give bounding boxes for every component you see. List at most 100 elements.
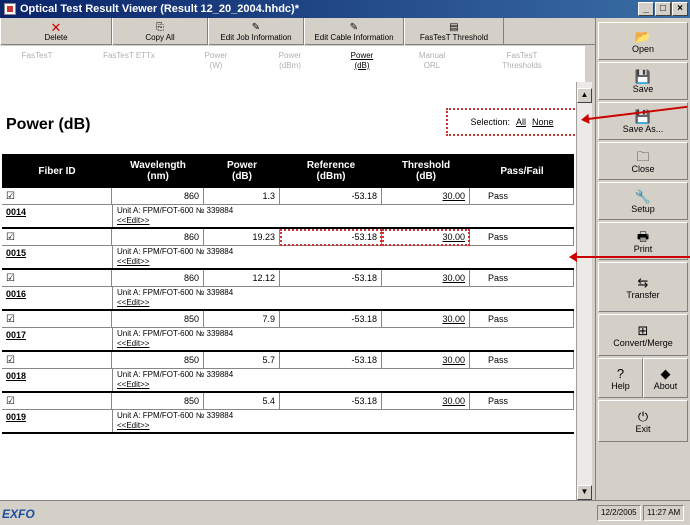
close-button[interactable]: 🗀 Close [598,142,688,180]
fiber-id-link[interactable]: 0016 [2,287,112,309]
exfo-logo: EXFO [2,507,35,521]
edit-link[interactable]: <<Edit>> [117,298,570,308]
status-time: 11:27 AM [643,505,685,521]
annotation-arrow-row [569,252,690,262]
edit-link[interactable]: <<Edit>> [117,257,570,267]
threshold-link[interactable]: 30.00 [442,314,465,324]
tab-manual-orl[interactable]: Manual ORL [392,46,472,82]
fiber-id-link[interactable]: 0018 [2,369,112,391]
power-cell: 1.3 [204,188,280,205]
maximize-button[interactable]: □ [655,2,671,16]
table-header: Fiber ID Wavelength (nm) Power (dB) Refe… [2,154,574,188]
scroll-down-arrow[interactable]: ▼ [577,485,592,500]
unit-info: Unit A: FPM/FOT-600 № 339884 <<Edit>> [112,410,574,432]
threshold-icon: ▤ [449,21,459,33]
printer-icon: 🖶 [636,228,650,244]
transfer-icon: ⇆ [637,274,649,290]
pass-fail-cell: Pass [470,311,574,328]
minimize-button[interactable]: _ [638,2,654,16]
setup-button[interactable]: 🔧 Setup [598,182,688,220]
app-icon [4,3,16,15]
col-threshold: Threshold (dB) [401,160,451,182]
fiber-id-link[interactable]: 0019 [2,410,112,432]
copy-all-button[interactable]: ⎘ Copy All [112,18,208,45]
unit-text: Unit A: FPM/FOT-600 № 339884 [117,411,234,420]
help-icon: ? [616,365,625,381]
save-icon: 💾 [634,68,652,84]
unit-info: Unit A: FPM/FOT-600 № 339884 <<Edit>> [112,246,574,268]
threshold-link[interactable]: 30.00 [442,355,465,365]
unit-info: Unit A: FPM/FOT-600 № 339884 <<Edit>> [112,205,574,227]
folder-open-icon: 📂 [634,28,652,44]
threshold-cell[interactable]: 30.00 [382,393,470,410]
threshold-cell[interactable]: 30.00 [382,311,470,328]
edit-link[interactable]: <<Edit>> [117,339,570,349]
fiber-id-link[interactable]: 0014 [2,205,112,227]
tab-fastest[interactable]: FasTesT [0,46,74,82]
help-button[interactable]: ? Help [598,358,643,398]
select-none-link[interactable]: None [532,117,554,127]
delete-button[interactable]: ✕ Delete [0,18,112,45]
edit-link[interactable]: <<Edit>> [117,216,570,226]
reference-cell: -53.18 [280,229,382,246]
reference-cell: -53.18 [280,188,382,205]
row-checkbox[interactable]: ☑ [2,270,112,287]
threshold-cell[interactable]: 30.00 [382,270,470,287]
convert-icon: ⊞ [637,322,649,338]
close-window-button[interactable]: × [672,2,688,16]
pass-fail-cell: Pass [470,393,574,410]
tab-fastest-thresholds[interactable]: FasTesT Thresholds [472,46,572,82]
fastest-threshold-button[interactable]: ▤ FasTesT Threshold [404,18,504,45]
fiber-id-link[interactable]: 0015 [2,246,112,268]
tab-power-dbm[interactable]: Power (dBm) [248,46,332,82]
wavelength-cell: 850 [112,393,204,410]
edit-job-icon: ✎ [251,21,261,33]
table-row: ☑ 860 12.12 -53.18 30.00 Pass 0016 Unit A: FPM/… [2,270,574,311]
unit-text: Unit A: FPM/FOT-600 № 339884 [117,206,234,215]
table-row: ☑ 860 1.3 -53.18 30.00 Pass 0014 Unit A: FPM/FO… [2,188,574,229]
convert-merge-button[interactable]: ⊞ Convert/Merge [598,314,688,356]
tab-power-w[interactable]: Power (W) [184,46,248,82]
row-checkbox[interactable]: ☑ [2,188,112,205]
scroll-up-arrow[interactable]: ▲ [577,88,592,103]
row-checkbox[interactable]: ☑ [2,311,112,328]
reference-cell: -53.18 [280,311,382,328]
threshold-link[interactable]: 30.00 [442,396,465,406]
edit-job-information-button[interactable]: ✎ Edit Job Information [208,18,304,45]
edit-link[interactable]: <<Edit>> [117,421,570,431]
row-checkbox[interactable]: ☑ [2,352,112,369]
row-checkbox[interactable]: ☑ [2,393,112,410]
about-button[interactable]: ◆ About [643,358,688,398]
threshold-link[interactable]: 30.00 [442,232,465,242]
power-icon: ⏻ [637,408,649,424]
fiber-id-link[interactable]: 0017 [2,328,112,350]
power-cell: 5.4 [204,393,280,410]
edit-link[interactable]: <<Edit>> [117,380,570,390]
threshold-cell[interactable]: 30.00 [382,229,470,246]
save-button[interactable]: 💾 Save [598,62,688,100]
wavelength-cell: 860 [112,229,204,246]
col-wavelength: Wavelength (nm) [130,160,186,182]
transfer-button[interactable]: ⇆ Transfer [598,262,688,312]
col-power: Power (dB) [226,160,257,182]
threshold-link[interactable]: 30.00 [442,191,465,201]
power-cell: 7.9 [204,311,280,328]
row-checkbox[interactable]: ☑ [2,229,112,246]
tab-fastest-ettx[interactable]: FasTesT ETTx [74,46,184,82]
results-table: Fiber ID Wavelength (nm) Power (dB) Refe… [2,154,574,434]
threshold-cell[interactable]: 30.00 [382,188,470,205]
tab-power-db[interactable]: Power (dB) [332,46,392,82]
open-button[interactable]: 📂 Open [598,22,688,60]
vertical-scrollbar[interactable]: ▲ ▼ [576,82,592,500]
results-panel: Power (dB) Selection: All None Fiber ID … [0,82,576,500]
threshold-link[interactable]: 30.00 [442,273,465,283]
edit-cable-information-button[interactable]: ✎ Edit Cable Information [304,18,404,45]
title-bar: Optical Test Result Viewer (Result 12_20… [0,0,690,18]
folder-icon: 🗀 [636,148,650,164]
table-row: ☑ 850 7.9 -53.18 30.00 Pass 0017 Unit A: FPM/FO… [2,311,574,352]
delete-icon: ✕ [50,19,62,35]
threshold-cell[interactable]: 30.00 [382,352,470,369]
exit-button[interactable]: ⏻ Exit [598,400,688,442]
print-button[interactable]: 🖶 Print [598,222,688,260]
select-all-link[interactable]: All [516,117,526,127]
